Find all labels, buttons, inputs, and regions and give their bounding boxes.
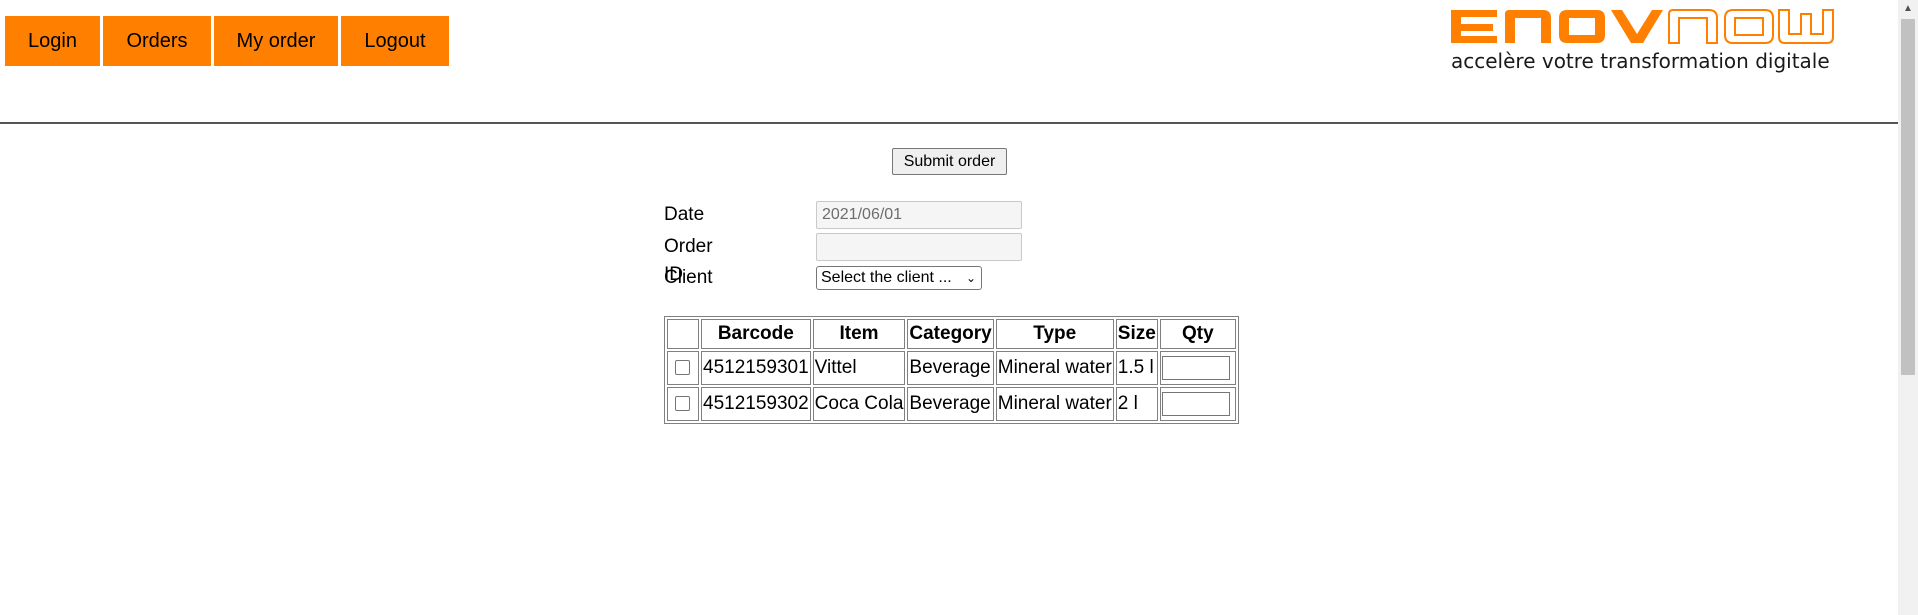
barcode-cell: 4512159301: [701, 351, 811, 385]
row-select-cell: [667, 387, 699, 421]
client-select-value: Select the client ...: [821, 269, 952, 286]
table-row: 4512159302 Coca Cola Beverage Mineral wa…: [667, 387, 1236, 421]
submit-order-button[interactable]: Submit order: [892, 148, 1007, 175]
header-qty: Qty: [1159, 319, 1236, 349]
logo-tagline: accelère votre transformation digitale: [1451, 49, 1830, 73]
scroll-up-arrow-icon[interactable]: ▲: [1898, 0, 1918, 18]
category-cell: Beverage: [907, 387, 994, 421]
chevron-down-icon: ⌄: [965, 271, 976, 285]
top-nav: Login Orders My order Logout: [5, 16, 449, 66]
type-cell: Mineral water: [995, 351, 1114, 385]
table-header-row: Barcode Item Category Type Size Qty: [667, 319, 1236, 349]
client-label: Client: [664, 267, 713, 288]
client-select[interactable]: Select the client ... ⌄: [816, 266, 982, 290]
item-cell: Vittel: [812, 351, 906, 385]
row-checkbox[interactable]: [675, 360, 690, 376]
table-row: 4512159301 Vittel Beverage Mineral water…: [667, 351, 1236, 385]
date-field[interactable]: 2021/06/01: [816, 201, 1022, 229]
header-divider: [0, 122, 1898, 124]
qty-cell: [1159, 387, 1236, 421]
category-cell: Beverage: [907, 351, 994, 385]
item-cell: Coca Cola: [812, 387, 906, 421]
order-id-field[interactable]: [816, 233, 1022, 261]
header-size: Size: [1115, 319, 1158, 349]
orders-button[interactable]: Orders: [103, 16, 211, 66]
page: Login Orders My order Logout accelère vo…: [0, 0, 1918, 615]
qty-input[interactable]: [1161, 356, 1230, 380]
header-category: Category: [907, 319, 994, 349]
scrollbar-thumb[interactable]: [1901, 19, 1915, 375]
items-table: Barcode Item Category Type Size Qty 4512…: [664, 316, 1239, 424]
vertical-scrollbar[interactable]: ▲: [1898, 0, 1918, 615]
barcode-cell: 4512159302: [701, 387, 811, 421]
qty-input[interactable]: [1161, 392, 1230, 416]
my-order-button[interactable]: My order: [214, 16, 338, 66]
login-button[interactable]: Login: [5, 16, 100, 66]
header-select: [667, 319, 699, 349]
row-checkbox[interactable]: [675, 396, 690, 412]
header-barcode: Barcode: [701, 319, 811, 349]
enovnow-logo: accelère votre transformation digitale: [1447, 4, 1895, 74]
logout-button[interactable]: Logout: [341, 16, 449, 66]
size-cell: 2 l: [1115, 387, 1158, 421]
date-label: Date: [664, 204, 705, 225]
logo-wordmark: [1451, 9, 1834, 44]
qty-cell: [1159, 351, 1236, 385]
header-type: Type: [995, 319, 1114, 349]
type-cell: Mineral water: [995, 387, 1114, 421]
row-select-cell: [667, 351, 699, 385]
header-item: Item: [812, 319, 906, 349]
size-cell: 1.5 l: [1115, 351, 1158, 385]
